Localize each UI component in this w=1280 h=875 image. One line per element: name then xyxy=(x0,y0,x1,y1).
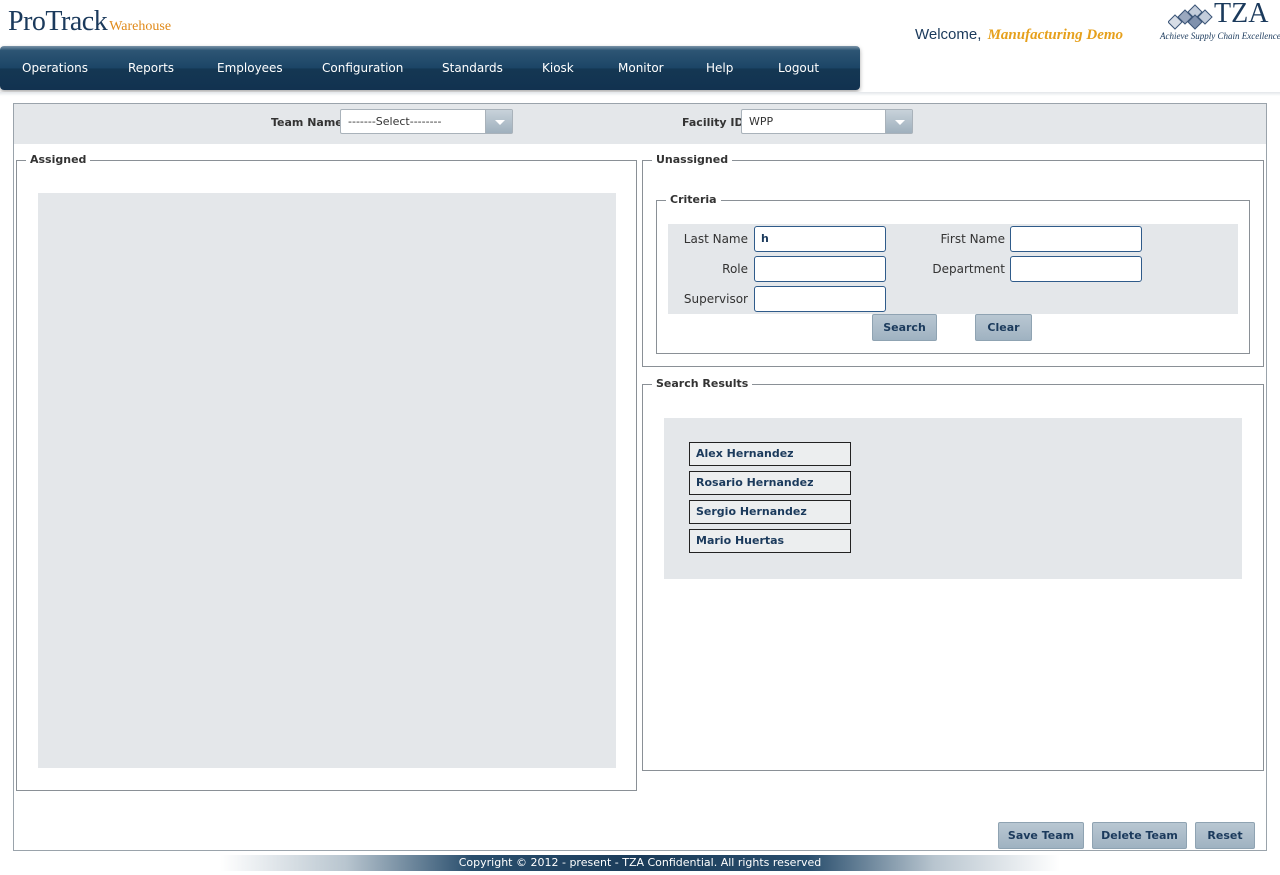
criteria-fieldset: Criteria Last Name h First Name Role Dep… xyxy=(656,193,1250,354)
save-team-button[interactable]: Save Team xyxy=(998,822,1084,849)
search-results-legend: Search Results xyxy=(652,377,753,390)
nav-item-standards[interactable]: Standards xyxy=(442,61,503,75)
header: ProTrack Warehouse Welcome, Manufacturing… xyxy=(0,0,1280,92)
logo-sub-text: Warehouse xyxy=(109,19,172,34)
result-item[interactable]: Sergio Hernandez xyxy=(689,500,851,524)
team-name-label: Team Name xyxy=(271,116,343,129)
welcome-label: Welcome, xyxy=(915,26,982,43)
department-input[interactable] xyxy=(1010,256,1142,282)
filter-bar: Team Name -------Select-------- Facility… xyxy=(14,104,1266,144)
nav-item-help[interactable]: Help xyxy=(706,61,733,75)
first-name-label: First Name xyxy=(940,232,1005,246)
nav-item-operations[interactable]: Operations xyxy=(22,61,88,75)
search-results-list: Alex Hernandez Rosario Hernandez Sergio … xyxy=(664,418,1242,579)
chevron-down-icon[interactable] xyxy=(885,110,912,133)
welcome-message: Welcome, Manufacturing Demo xyxy=(915,26,1123,44)
nav-item-reports[interactable]: Reports xyxy=(128,61,174,75)
nav-item-employees[interactable]: Employees xyxy=(217,61,283,75)
nav-item-monitor[interactable]: Monitor xyxy=(618,61,664,75)
criteria-form: Last Name h First Name Role Department S… xyxy=(668,224,1238,314)
team-name-select[interactable]: -------Select-------- xyxy=(340,109,513,134)
logo-main-text: ProTrack xyxy=(8,6,108,37)
tza-logo: TZA Achieve Supply Chain Excellence xyxy=(1160,0,1280,44)
welcome-user: Manufacturing Demo xyxy=(987,27,1124,43)
header-divider xyxy=(0,92,1280,96)
brand-tagline: Achieve Supply Chain Excellence xyxy=(1160,31,1280,41)
result-item[interactable]: Alex Hernandez xyxy=(689,442,851,466)
last-name-label: Last Name xyxy=(683,232,748,246)
search-results-fieldset: Search Results Alex Hernandez Rosario He… xyxy=(642,377,1264,771)
brand-name: TZA xyxy=(1214,0,1269,29)
supervisor-input[interactable] xyxy=(754,286,886,312)
role-input[interactable] xyxy=(754,256,886,282)
result-item[interactable]: Mario Huertas xyxy=(689,529,851,553)
assigned-legend: Assigned xyxy=(26,153,91,166)
criteria-legend: Criteria xyxy=(666,193,721,206)
assigned-fieldset: Assigned xyxy=(16,153,637,791)
first-name-input[interactable] xyxy=(1010,226,1142,252)
facility-id-value: WPP xyxy=(749,115,774,128)
nav-item-kiosk[interactable]: Kiosk xyxy=(542,61,574,75)
delete-team-button[interactable]: Delete Team xyxy=(1092,822,1187,849)
nav-item-configuration[interactable]: Configuration xyxy=(322,61,403,75)
facility-id-select[interactable]: WPP xyxy=(741,109,913,134)
nav-item-logout[interactable]: Logout xyxy=(778,61,819,75)
app-logo[interactable]: ProTrack Warehouse xyxy=(8,6,171,38)
copyright-text: Copyright © 2012 - present - TZA Confide… xyxy=(458,856,822,869)
facility-id-label: Facility ID xyxy=(682,116,744,129)
last-name-input[interactable]: h xyxy=(754,226,886,252)
supervisor-label: Supervisor xyxy=(683,292,748,306)
assigned-list[interactable] xyxy=(38,193,616,768)
unassigned-legend: Unassigned xyxy=(652,153,733,166)
team-editor-panel: Team Name -------Select-------- Facility… xyxy=(13,103,1267,851)
team-name-value: -------Select-------- xyxy=(348,115,442,128)
chevron-down-icon[interactable] xyxy=(485,110,512,133)
main-nav: Operations Reports Employees Configurati… xyxy=(0,46,860,90)
result-item[interactable]: Rosario Hernandez xyxy=(689,471,851,495)
reset-button[interactable]: Reset xyxy=(1195,822,1255,849)
search-button[interactable]: Search xyxy=(872,314,937,341)
role-label: Role xyxy=(722,262,748,276)
footer-bar: Copyright © 2012 - present - TZA Confide… xyxy=(220,855,1060,871)
diamonds-icon xyxy=(1168,4,1213,30)
clear-button[interactable]: Clear xyxy=(975,314,1032,341)
department-label: Department xyxy=(932,262,1005,276)
unassigned-fieldset: Unassigned Criteria Last Name h First Na… xyxy=(642,153,1264,367)
